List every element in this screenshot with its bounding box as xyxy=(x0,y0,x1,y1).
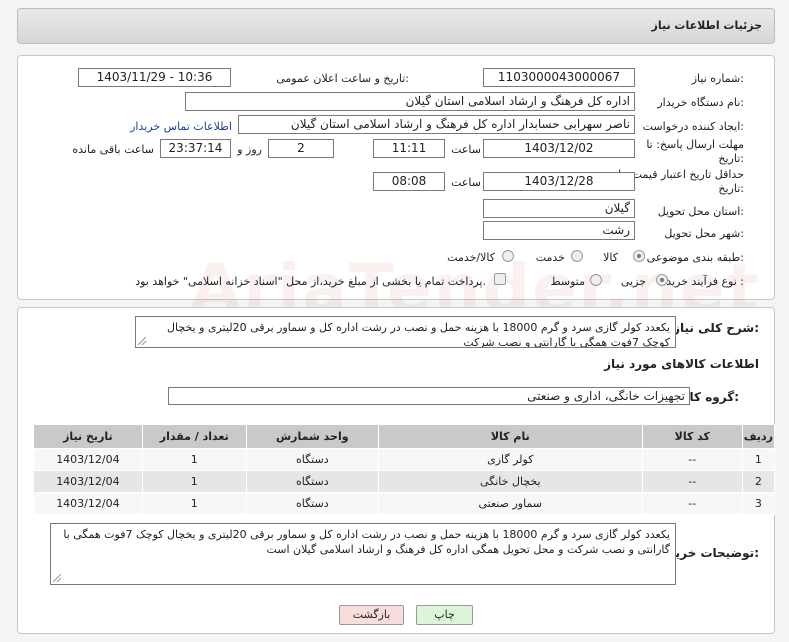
buyer-org-field: اداره کل فرهنگ و ارشاد اسلامی استان گیلا… xyxy=(185,92,635,111)
table-header-row: ردیف کد کالا نام کالا واحد شمارش تعداد /… xyxy=(33,424,776,449)
treasury-payment-checkbox[interactable] xyxy=(494,273,506,285)
cell-name: یخچال خانگی xyxy=(377,470,643,493)
city-label: شهر محل تحویل: xyxy=(664,227,744,240)
back-button[interactable]: بازگشت xyxy=(339,605,404,625)
goods-table: ردیف کد کالا نام کالا واحد شمارش تعداد /… xyxy=(33,424,776,515)
col-name-header: نام کالا xyxy=(377,424,643,449)
province-label: استان محل تحویل: xyxy=(657,205,744,218)
cell-code: -- xyxy=(641,448,743,471)
treasury-payment-note: پرداخت تمام یا بخشی از مبلغ خرید،از محل … xyxy=(135,275,486,288)
cell-name: سماور صنعتی xyxy=(377,492,643,515)
cell-unit: دستگاه xyxy=(245,492,379,515)
process-medium-label: متوسط xyxy=(550,275,585,288)
category-goods-radio[interactable] xyxy=(633,250,645,262)
col-unit-header: واحد شمارش xyxy=(245,424,379,449)
validity-label: حداقل تاریخ اعتبار قیمت: تا xyxy=(618,168,744,181)
cell-code: -- xyxy=(641,470,743,493)
days-remaining-field: 2 xyxy=(268,139,334,158)
cell-date: 1403/12/04 xyxy=(33,492,143,515)
deadline-time-field: 11:11 xyxy=(373,139,445,158)
province-field: گیلان xyxy=(483,199,635,218)
page-title: جزئیات اطلاعات نیاز xyxy=(651,19,763,32)
buyer-contact-link[interactable]: اطلاعات تماس خریدار xyxy=(130,120,232,133)
announce-datetime-field: 1403/11/29 - 10:36 xyxy=(78,68,231,87)
col-date-header: تاریخ نیاز xyxy=(33,424,143,449)
col-row-header: ردیف xyxy=(741,424,776,449)
category-both-label: کالا/خدمت xyxy=(447,251,495,264)
resize-handle-icon[interactable] xyxy=(53,574,61,582)
days-label: روز و xyxy=(237,143,262,156)
cell-unit: دستگاه xyxy=(245,448,379,471)
city-field: رشت xyxy=(483,221,635,240)
cell-date: 1403/12/04 xyxy=(33,470,143,493)
process-minor-radio[interactable] xyxy=(656,274,668,286)
category-service-radio[interactable] xyxy=(571,250,583,262)
goods-group-field: تجهیزات خانگی، اداری و صنعتی xyxy=(168,387,690,405)
process-medium-radio[interactable] xyxy=(590,274,602,286)
deadline-time-label: ساعت xyxy=(451,143,481,156)
table-row: 2 -- یخچال خانگی دستگاه 1 1403/12/04 xyxy=(33,470,776,493)
cell-name: کولر گازی xyxy=(377,448,643,471)
deadline-date-field: 1403/12/02 xyxy=(483,139,635,158)
page-header: جزئیات اطلاعات نیاز xyxy=(17,8,775,44)
cell-qty: 1 xyxy=(141,492,247,515)
col-code-header: کد کالا xyxy=(641,424,743,449)
col-qty-header: تعداد / مقدار xyxy=(141,424,247,449)
category-service-label: خدمت xyxy=(535,251,565,264)
creator-label: ایجاد کننده درخواست: xyxy=(642,120,744,133)
goods-section-title: اطلاعات کالاهای مورد نیاز xyxy=(604,357,759,371)
buyer-org-label: نام دستگاه خریدار: xyxy=(657,96,744,109)
cell-qty: 1 xyxy=(141,448,247,471)
summary-text: یکعدد کولر گازی سرد و گرم 18000 با هزینه… xyxy=(167,321,670,348)
cell-row: 2 xyxy=(741,470,776,493)
remaining-time-field: 23:37:14 xyxy=(160,139,231,158)
cell-unit: دستگاه xyxy=(245,470,379,493)
process-minor-label: جزیی xyxy=(620,275,646,288)
category-goods-label: کالا xyxy=(603,251,618,264)
remaining-label: ساعت باقی مانده xyxy=(72,143,154,156)
resize-handle-icon[interactable] xyxy=(138,337,146,345)
cell-code: -- xyxy=(641,492,743,515)
table-row: 1 -- کولر گازی دستگاه 1 1403/12/04 xyxy=(33,448,776,471)
table-row: 3 -- سماور صنعتی دستگاه 1 1403/12/04 xyxy=(33,492,776,515)
deadline-date-label: تاریخ: xyxy=(718,152,744,165)
summary-label: شرح کلی نیاز: xyxy=(673,321,759,335)
print-button[interactable]: چاپ xyxy=(416,605,473,625)
validity-date-field: 1403/12/28 xyxy=(483,172,635,191)
need-number-label: شماره نیاز: xyxy=(691,72,744,85)
category-label: طبقه بندی موضوعی: xyxy=(646,251,744,264)
validity-date-label: تاریخ: xyxy=(718,182,744,195)
cell-row: 3 xyxy=(741,492,776,515)
category-both-radio[interactable] xyxy=(502,250,514,262)
creator-field: ناصر سهرابی حسابدار اداره کل فرهنگ و ارش… xyxy=(238,115,635,134)
validity-time-label: ساعت xyxy=(451,176,481,189)
need-number-field: 1103000043000067 xyxy=(483,68,635,87)
buyer-notes-textarea: یکعدد کولر گازی سرد و گرم 18000 با هزینه… xyxy=(50,523,676,585)
announce-label: تاریخ و ساعت اعلان عمومی: xyxy=(276,72,409,85)
deadline-label: مهلت ارسال پاسخ: تا xyxy=(646,138,744,151)
cell-row: 1 xyxy=(741,448,776,471)
process-label: نوع فرآیند خرید : xyxy=(666,275,744,288)
cell-date: 1403/12/04 xyxy=(33,448,143,471)
summary-textarea: یکعدد کولر گازی سرد و گرم 18000 با هزینه… xyxy=(135,316,676,348)
cell-qty: 1 xyxy=(141,470,247,493)
buyer-notes-text: یکعدد کولر گازی سرد و گرم 18000 با هزینه… xyxy=(63,528,670,556)
validity-time-field: 08:08 xyxy=(373,172,445,191)
